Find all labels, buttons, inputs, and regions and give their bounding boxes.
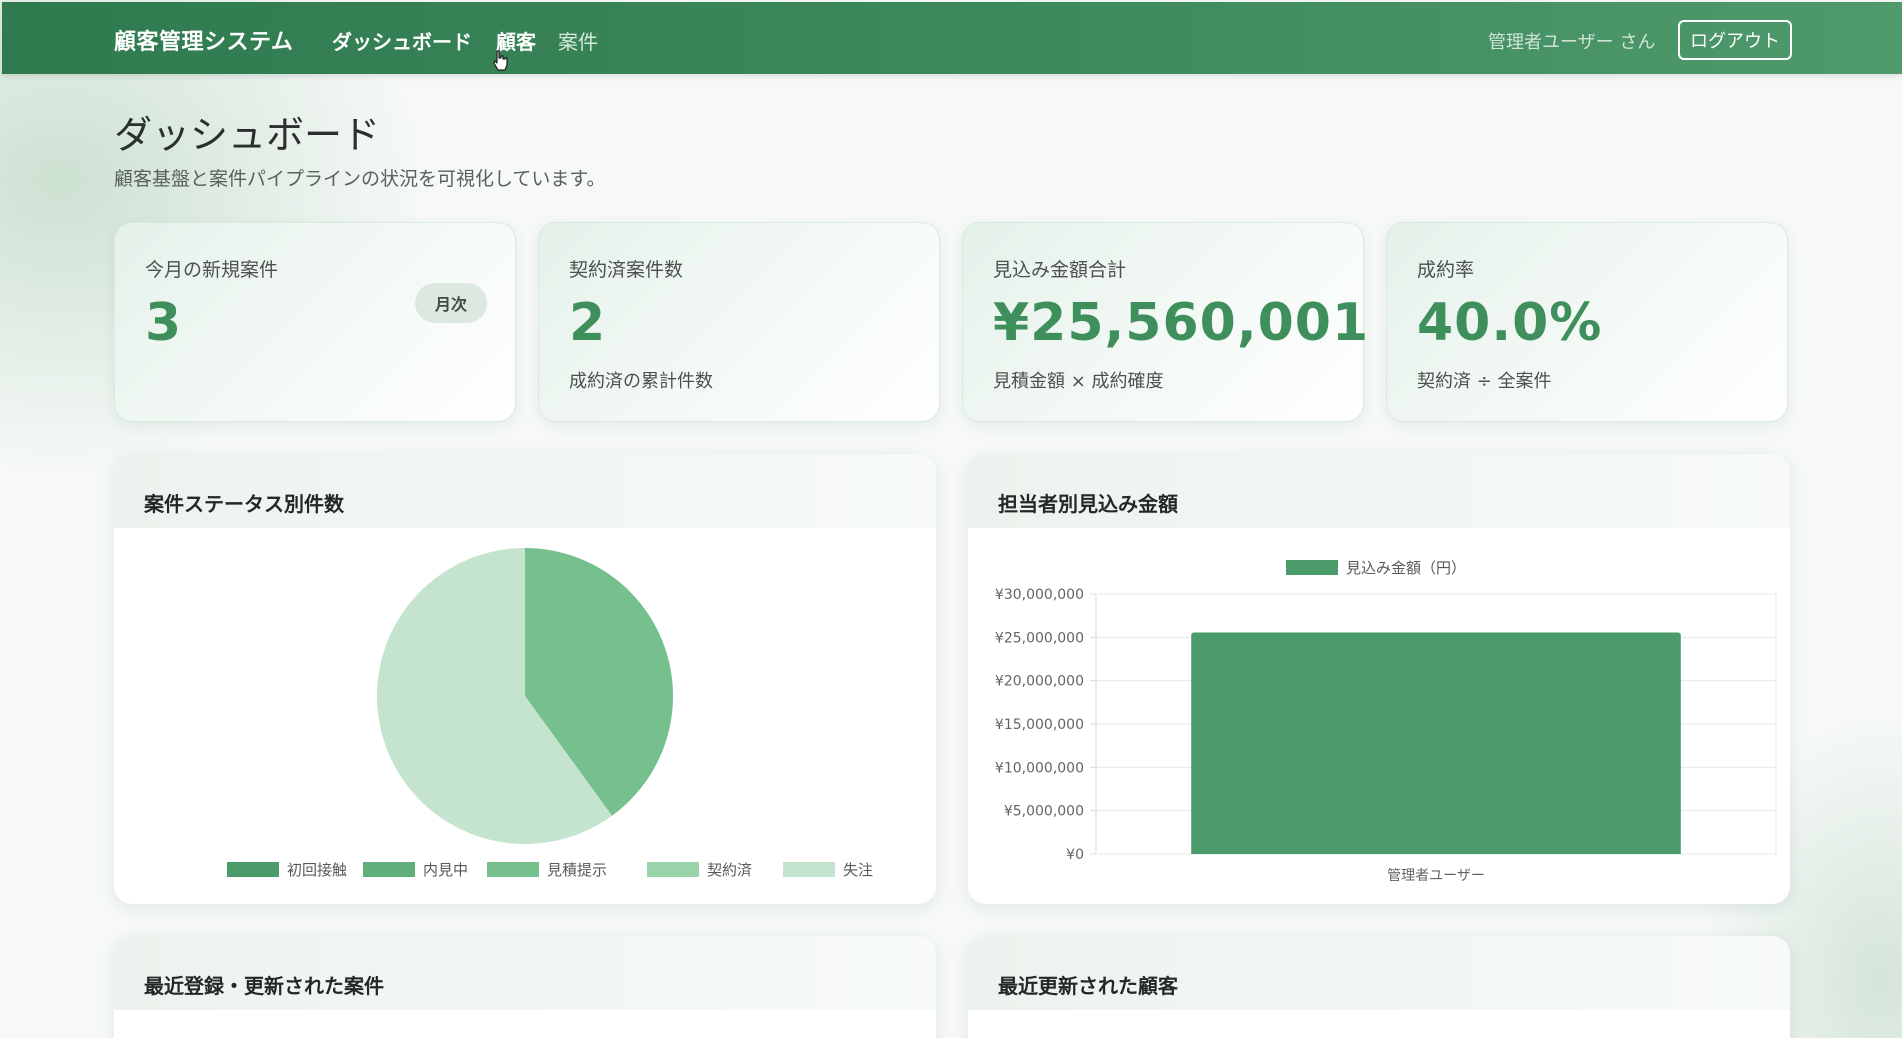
stat-label: 成約率: [1417, 259, 1475, 281]
panel-title: 最近登録・更新された案件: [144, 974, 384, 998]
legend-label[interactable]: 見積提示: [547, 861, 607, 879]
stat-card-new-deals: 今月の新規案件 3 月次: [114, 222, 516, 422]
legend-swatch: [227, 862, 279, 877]
legend-label[interactable]: 初回接触: [287, 861, 347, 879]
app-window: 顧客管理システム ダッシュボード 顧客 案件 管理者ユーザー さん ログアウト …: [0, 0, 1904, 1038]
page-subtitle: 顧客基盤と案件パイプラインの状況を可視化しています。: [114, 168, 606, 190]
stat-card-contracted: 契約済案件数 2 成約済の累計件数: [538, 222, 940, 422]
y-tick-label: ¥25,000,000: [995, 630, 1084, 646]
legend-label[interactable]: 契約済: [707, 861, 752, 879]
current-user: 管理者ユーザー さん: [1488, 32, 1656, 53]
stat-card-expected-amount: 見込み金額合計 ¥25,560,001 見積金額 × 成約確度: [962, 222, 1368, 422]
y-tick-label: ¥0: [1066, 847, 1084, 863]
stat-label: 見込み金額合計: [993, 259, 1127, 281]
stat-note: 成約済の累計件数: [569, 371, 713, 392]
legend-label[interactable]: 内見中: [423, 861, 468, 879]
stat-value: 40.0%: [1417, 293, 1603, 353]
legend-label[interactable]: 見込み金額（円）: [1346, 559, 1466, 577]
recent-customers-panel: 最近更新された顧客: [968, 936, 1790, 1038]
legend-swatch: [783, 862, 835, 877]
stat-label: 契約済案件数: [569, 259, 684, 281]
stat-value: 2: [569, 293, 607, 353]
amount-bar-chart: ¥0 ¥5,000,000 ¥10,000,000 ¥15,000,000 ¥20,00…: [995, 559, 1777, 884]
stat-label: 今月の新規案件: [145, 259, 279, 281]
recent-deals-panel: 最近登録・更新された案件: [114, 936, 936, 1038]
legend-swatch: [487, 862, 539, 877]
amount-chart-panel: 担当者別見込み金額 ¥0 ¥5,000,000 ¥10,000,000 ¥15,000…: [968, 454, 1790, 904]
x-tick-label: 管理者ユーザー: [1387, 868, 1485, 884]
legend-swatch: [1286, 560, 1338, 575]
stat-value: 3: [145, 293, 183, 353]
stat-note: 契約済 ÷ 全案件: [1417, 371, 1552, 392]
legend-swatch: [647, 862, 699, 877]
bar-0[interactable]: [1191, 632, 1681, 854]
status-chart-panel: 案件ステータス別件数 初回接触 内見中 見積提示 契約済 失注: [114, 454, 936, 904]
status-pie-chart: 初回接触 内見中 見積提示 契約済 失注: [227, 548, 873, 879]
y-tick-label: ¥10,000,000: [995, 760, 1084, 776]
logout-button[interactable]: ログアウト: [1678, 20, 1792, 60]
y-tick-label: ¥15,000,000: [995, 717, 1084, 733]
stat-note: 見積金額 × 成約確度: [993, 371, 1164, 392]
y-tick-label: ¥20,000,000: [995, 674, 1084, 690]
y-tick-label: ¥5,000,000: [1004, 804, 1084, 820]
legend-label[interactable]: 失注: [843, 861, 873, 879]
app-brand[interactable]: 顧客管理システム: [114, 24, 293, 56]
hand-cursor-icon: [493, 50, 508, 71]
page-title: ダッシュボード: [114, 113, 381, 157]
top-navbar: 顧客管理システム ダッシュボード 顧客 案件 管理者ユーザー さん ログアウト: [2, 2, 1902, 74]
stat-card-win-rate: 成約率 40.0% 契約済 ÷ 全案件: [1386, 222, 1788, 422]
stat-value: ¥25,560,001: [993, 293, 1370, 353]
nav-deals[interactable]: 案件: [558, 26, 598, 55]
monthly-badge: 月次: [415, 283, 487, 323]
nav-dashboard[interactable]: ダッシュボード: [332, 26, 472, 55]
panel-title: 最近更新された顧客: [998, 974, 1178, 998]
legend-swatch: [363, 862, 415, 877]
y-tick-label: ¥30,000,000: [995, 587, 1084, 603]
